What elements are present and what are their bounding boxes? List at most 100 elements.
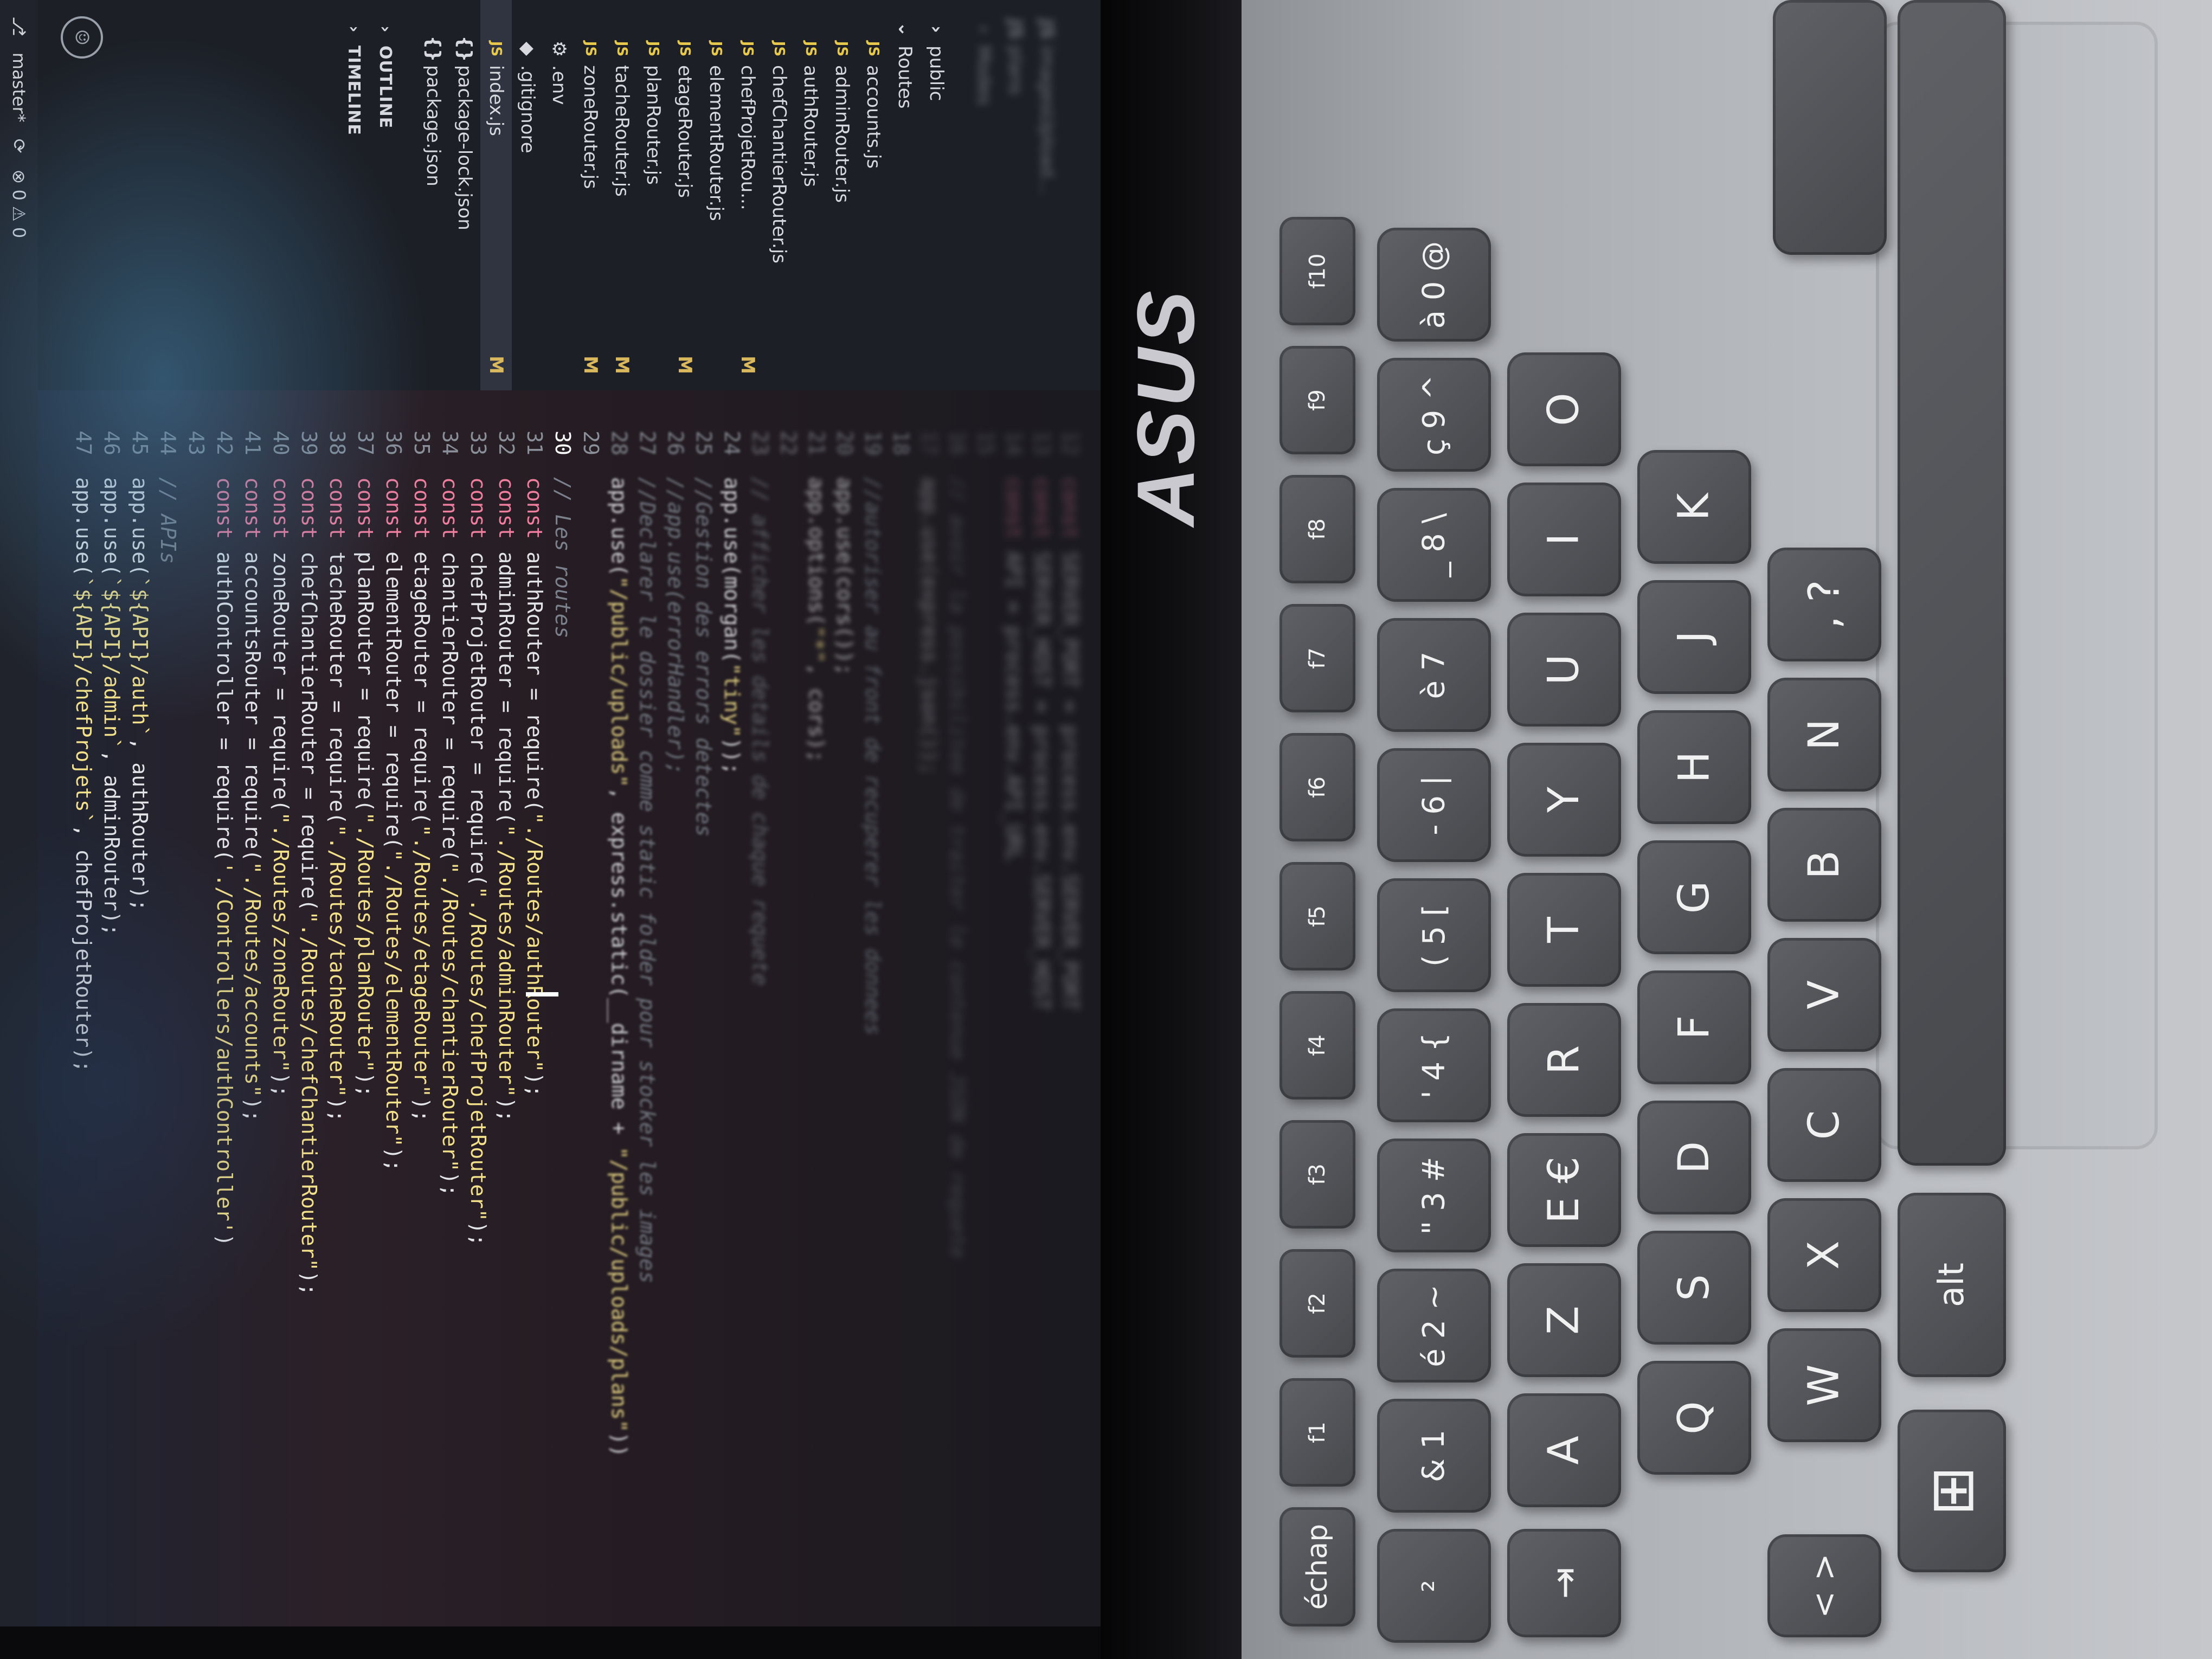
fn-key[interactable]: f7 bbox=[1279, 604, 1355, 712]
letter-key[interactable]: O bbox=[1507, 352, 1621, 466]
explorer-item[interactable]: ◆ .gitignore bbox=[512, 0, 543, 390]
fn-key[interactable]: f3 bbox=[1279, 1120, 1355, 1229]
code-line[interactable]: 31 const authRouter = require("./Routes/a… bbox=[520, 390, 549, 1097]
explorer-item[interactable]: JS elementRouter.js bbox=[700, 0, 732, 390]
letter-key[interactable]: V bbox=[1767, 938, 1881, 1052]
code-line[interactable]: 12 const SERVER_PORT = process.env.SERVER… bbox=[1056, 390, 1084, 1011]
explorer-item[interactable]: ⌄ Routes bbox=[889, 0, 921, 390]
explorer-item[interactable]: JS planRouter.js bbox=[638, 0, 669, 390]
fn-key[interactable]: f5 bbox=[1279, 862, 1355, 970]
code-line[interactable]: 33 const chefProjetRouter = require("./Ro… bbox=[464, 390, 492, 1246]
explorer-item[interactable]: JS index.js M bbox=[480, 0, 512, 390]
fn-key[interactable]: f4 bbox=[1279, 991, 1355, 1099]
problems-indicator[interactable]: ⊗ 0 ⚠ 0 bbox=[9, 170, 29, 239]
number-key[interactable]: ( 5 [ bbox=[1377, 878, 1491, 992]
number-key[interactable]: ç 9 ^ bbox=[1377, 358, 1491, 472]
letter-key[interactable]: T bbox=[1507, 873, 1621, 987]
fn-key[interactable]: f6 bbox=[1279, 733, 1355, 841]
code-line[interactable]: 40 const zoneRouter = require("./Routes/z… bbox=[267, 390, 295, 1097]
code-pane[interactable]: 12 const SERVER_PORT = process.env.SERVER… bbox=[38, 390, 1101, 1626]
code-line[interactable]: 23 // afficher les details de chaque requ… bbox=[746, 390, 774, 986]
fn-key[interactable]: f1 bbox=[1279, 1378, 1355, 1487]
code-line[interactable]: 29 bbox=[577, 390, 605, 477]
code-line[interactable]: 43 bbox=[182, 390, 210, 477]
code-line[interactable]: 13 const SERVER_HOST = process.env.SERVER… bbox=[1028, 390, 1056, 1011]
explorer-item[interactable]: JS authRouter.js bbox=[795, 0, 826, 390]
explorer-item[interactable]: JS zoneRouter.js M bbox=[575, 0, 606, 390]
panel-section-outline[interactable]: › OUTLINE bbox=[370, 0, 401, 390]
letter-key[interactable]: B bbox=[1767, 808, 1881, 922]
code-line[interactable]: 15 bbox=[972, 390, 1000, 477]
explorer-item[interactable]: ⚙ .env bbox=[543, 0, 575, 390]
code-line[interactable]: 42 const authController = require('./Cont… bbox=[210, 390, 239, 1246]
code-line[interactable]: 32 const adminRouter = require("./Routes/… bbox=[492, 390, 520, 1122]
explorer-item[interactable]: JS etageRouter.js M bbox=[669, 0, 700, 390]
letter-key[interactable]: G bbox=[1637, 840, 1751, 954]
letter-key[interactable]: A bbox=[1507, 1393, 1621, 1507]
number-key[interactable]: ' 4 { bbox=[1377, 1008, 1491, 1122]
alt-key[interactable]: alt bbox=[1898, 1193, 2006, 1377]
fn-key[interactable]: f8 bbox=[1279, 475, 1355, 583]
number-key[interactable]: " 3 # bbox=[1377, 1139, 1491, 1252]
code-line[interactable]: 39 const chefChantierRouter = require("./… bbox=[295, 390, 323, 1296]
explorer-item[interactable]: {} package.json bbox=[417, 0, 449, 390]
fn-key[interactable]: échap bbox=[1279, 1507, 1355, 1626]
explorer-item[interactable]: JS accounts.js bbox=[858, 0, 889, 390]
code-line[interactable]: 25 //Gestion des errors detectes bbox=[690, 390, 718, 837]
letter-key[interactable]: F bbox=[1637, 970, 1751, 1084]
letter-key[interactable]: R bbox=[1507, 1003, 1621, 1117]
code-line[interactable]: 41 const accountsRouter = require("./Rout… bbox=[239, 390, 267, 1122]
explorer-item[interactable]: JS chefProjetRou... M bbox=[732, 0, 763, 390]
space-bar[interactable] bbox=[1898, 0, 2006, 1166]
code-line[interactable]: 34 const chantierRouter = require("./Rout… bbox=[436, 390, 464, 1197]
number-key[interactable]: ² bbox=[1377, 1529, 1491, 1643]
number-key[interactable]: à 0 @ bbox=[1377, 228, 1491, 342]
number-key[interactable]: é 2 ~ bbox=[1377, 1269, 1491, 1382]
letter-key[interactable]: I bbox=[1507, 483, 1621, 596]
letter-key[interactable]: H bbox=[1637, 710, 1751, 824]
letter-key[interactable]: , ? bbox=[1767, 548, 1881, 661]
code-line[interactable]: 36 const elementRouter = require("./Route… bbox=[380, 390, 408, 1172]
explorer-item[interactable]: JS plans bbox=[1000, 0, 1031, 390]
explorer-item[interactable]: JS adminRouter.js bbox=[826, 0, 858, 390]
letter-key[interactable]: E € bbox=[1507, 1133, 1621, 1247]
letter-key[interactable]: Y bbox=[1507, 743, 1621, 857]
number-key[interactable]: - 6 | bbox=[1377, 748, 1491, 862]
code-line[interactable]: 46 app.use(`${API}/admin`, adminRouter); bbox=[98, 390, 126, 936]
letter-key[interactable]: S bbox=[1637, 1231, 1751, 1345]
letter-key[interactable]: C bbox=[1767, 1068, 1881, 1182]
explorer-item[interactable]: JS tacheRouter.js M bbox=[606, 0, 638, 390]
fn-key[interactable]: f9 bbox=[1279, 346, 1355, 454]
code-line[interactable]: 44 // APIs bbox=[154, 390, 182, 564]
code-line[interactable]: 47 app.use(`${API}/chefProjets`, chefProj… bbox=[69, 390, 98, 1072]
fn-key[interactable]: f2 bbox=[1279, 1249, 1355, 1358]
letter-key[interactable]: N bbox=[1767, 678, 1881, 792]
code-line[interactable]: 16 // avoir la possibilitee de traiter le… bbox=[943, 390, 972, 1258]
letter-key[interactable]: Q bbox=[1637, 1361, 1751, 1475]
code-line[interactable]: 24 app.use(morgan("tiny")); bbox=[718, 390, 746, 775]
angle-bracket-key[interactable]: < > bbox=[1767, 1534, 1881, 1637]
number-key[interactable]: è 7 bbox=[1377, 618, 1491, 732]
fn-key[interactable]: f10 bbox=[1279, 217, 1355, 325]
explorer-item[interactable]: JS imagesUpload... bbox=[1031, 0, 1063, 390]
explorer-item[interactable]: {} package-lock.json bbox=[449, 0, 480, 390]
number-key[interactable]: & 1 bbox=[1377, 1399, 1491, 1513]
letter-key[interactable]: W bbox=[1767, 1328, 1881, 1442]
code-line[interactable]: 37 const planRouter = require("./Routes/p… bbox=[351, 390, 380, 1097]
letter-key[interactable]: X bbox=[1767, 1198, 1881, 1312]
letter-key[interactable]: Z bbox=[1507, 1263, 1621, 1377]
code-line[interactable]: 18 bbox=[887, 390, 915, 477]
windows-key[interactable]: ⊞ bbox=[1898, 1410, 2006, 1572]
code-line[interactable]: 17 app.use(express.json()); bbox=[915, 390, 943, 775]
code-line[interactable]: 45 app.use(`${API}/auth`, authRouter); bbox=[126, 390, 154, 911]
explorer-item[interactable]: JS chefChantierRouter.js bbox=[763, 0, 795, 390]
code-line[interactable]: 35 const etageRouter = require("./Routes/… bbox=[408, 390, 436, 1122]
panel-section-timeline[interactable]: › TIMELINE bbox=[338, 0, 370, 390]
code-line[interactable]: 21 app.options("*", cors); bbox=[802, 390, 831, 762]
account-icon[interactable]: ☺ bbox=[61, 16, 103, 59]
code-line[interactable]: 28 app.use("/public/uploads", express.sta… bbox=[605, 390, 633, 1457]
explorer-item[interactable]: › Modes bbox=[968, 0, 1000, 390]
explorer-item[interactable]: › public bbox=[921, 0, 952, 390]
shift-key[interactable] bbox=[1773, 0, 1887, 255]
branch-name[interactable]: master* bbox=[9, 53, 29, 123]
